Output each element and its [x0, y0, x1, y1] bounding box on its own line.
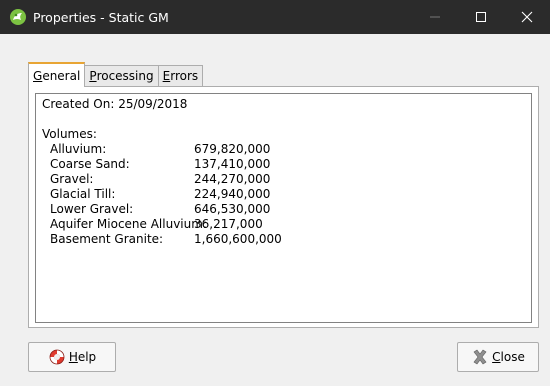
volume-value: 1,660,600,000: [194, 232, 282, 246]
tab-processing[interactable]: Processing: [84, 65, 159, 86]
minimize-button[interactable]: [412, 0, 458, 34]
volume-value: 244,270,000: [194, 172, 271, 186]
tab-general[interactable]: General: [28, 62, 86, 87]
tab-processing-accel: P: [89, 69, 97, 83]
help-button[interactable]: Help: [28, 342, 116, 372]
volume-row: Lower Gravel: 646,530,000: [42, 202, 525, 217]
tab-strip: General Processing Errors: [28, 62, 204, 87]
volume-name: Glacial Till:: [50, 187, 116, 201]
close-button[interactable]: Close: [457, 342, 539, 372]
volume-row: Basement Granite: 1,660,600,000: [42, 232, 525, 247]
help-button-label: Help: [68, 350, 97, 364]
properties-text-area[interactable]: Created On: 25/09/2018 Volumes: Alluvium…: [35, 93, 532, 323]
maximize-button[interactable]: [458, 0, 504, 34]
volume-row: Coarse Sand: 137,410,000: [42, 157, 525, 172]
tab-general-accel: G: [33, 68, 43, 83]
volume-name: Lower Gravel:: [50, 202, 134, 216]
volume-value: 646,530,000: [194, 202, 271, 216]
tab-general-label: eneral: [42, 68, 81, 83]
volume-name: Aquifer Miocene Alluvium:: [50, 217, 207, 231]
tab-processing-label: rocessing: [96, 69, 154, 83]
close-button-label: Close: [492, 350, 525, 364]
volumes-heading: Volumes:: [42, 127, 97, 141]
volume-list: Alluvium: 679,820,000 Coarse Sand: 137,410,…: [42, 142, 525, 247]
title-bar[interactable]: Properties - Static GM: [0, 0, 550, 34]
window-title: Properties - Static GM: [33, 9, 169, 25]
lifebuoy-icon: [48, 348, 66, 366]
volume-row: Gravel: 244,270,000: [42, 172, 525, 187]
window-close-icon: [521, 11, 533, 23]
volume-row: Alluvium: 679,820,000: [42, 142, 525, 157]
tab-errors-label: rrors: [170, 69, 199, 83]
x-close-icon: [471, 348, 489, 366]
volume-name: Gravel:: [50, 172, 94, 186]
volume-row: Aquifer Miocene Alluvium: 36,217,000: [42, 217, 525, 232]
minimize-icon: [430, 16, 440, 18]
tab-errors[interactable]: Errors: [157, 65, 204, 86]
volume-value: 679,820,000: [194, 142, 271, 156]
maximize-icon: [476, 12, 486, 22]
volume-row: Glacial Till: 224,940,000: [42, 187, 525, 202]
window-controls: [412, 0, 550, 34]
volume-value: 36,217,000: [194, 217, 263, 231]
properties-window: Properties - Static GM General Processin…: [0, 0, 550, 386]
volume-value: 224,940,000: [194, 187, 271, 201]
app-icon: [9, 8, 27, 26]
volume-name: Alluvium:: [50, 142, 107, 156]
window-close-button[interactable]: [504, 0, 550, 34]
general-tab-panel: Created On: 25/09/2018 Volumes: Alluvium…: [28, 86, 539, 328]
tab-errors-accel: E: [162, 69, 171, 83]
created-on-line: Created On: 25/09/2018: [42, 97, 188, 111]
volume-value: 137,410,000: [194, 157, 271, 171]
volume-name: Basement Granite:: [50, 232, 164, 246]
volume-name: Coarse Sand:: [50, 157, 130, 171]
